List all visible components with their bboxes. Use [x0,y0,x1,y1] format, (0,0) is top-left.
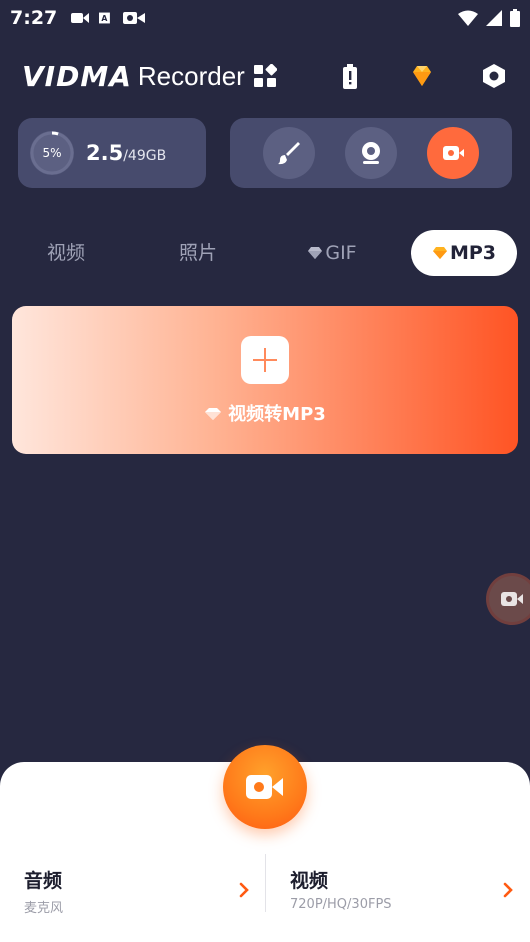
audio-subtitle: 麦克风 [24,901,64,916]
tab-gif-label: GIF [325,242,357,264]
battery-icon [510,9,520,27]
settings-hex-icon[interactable] [480,62,508,90]
brush-icon [278,142,300,165]
brand-name: VIDMA [22,59,132,93]
status-bar: 7:27 A [0,0,530,36]
video-camera-icon [246,775,283,799]
floating-record-bubble[interactable] [489,576,530,622]
gem-icon [308,247,323,259]
video-option[interactable]: 视频 720P/HQ/30FPS [290,866,392,912]
tab-mp3[interactable]: MP3 [411,230,517,276]
brush-tool-button[interactable] [263,127,315,179]
record-button[interactable] [223,745,307,829]
gem-icon [205,408,222,420]
storage-total: /49GB [123,148,167,164]
storage-card[interactable]: 5% 2.5 /49GB [18,118,206,188]
svg-text:A: A [102,14,108,23]
video-to-mp3-card[interactable]: 视频转MP3 [12,306,518,454]
gem-icon [432,247,447,259]
tab-mp3-label: MP3 [449,242,497,264]
status-time: 7:27 [10,7,58,29]
record-tool-button[interactable] [427,127,479,179]
convert-label-text: 视频转MP3 [228,404,326,425]
record-icon [443,146,464,160]
tab-video[interactable]: 视频 [22,230,110,276]
signal-icon [486,10,502,26]
diamond-icon[interactable] [408,62,436,90]
brand-suffix: Recorder [137,60,245,91]
media-tabs: 视频 照片 GIF MP3 [0,230,530,278]
audio-title: 音频 [24,870,63,892]
webcam-icon [362,142,380,164]
tools-card [230,118,512,188]
video-subtitle: 720P/HQ/30FPS [290,897,392,912]
plus-icon [253,348,277,372]
sheet-divider [265,854,266,912]
record-icon [501,592,523,606]
status-icons-left: A [71,11,146,25]
text-a-icon: A [99,12,111,24]
header-actions [336,62,512,90]
camera-icon [123,12,146,24]
tab-video-label: 视频 [46,242,85,264]
status-icons-right [458,9,520,27]
storage-percent: 5% [42,146,62,160]
tab-photo-label: 照片 [178,242,217,264]
add-video-button[interactable] [241,336,289,384]
battery-alert-icon[interactable] [336,62,364,90]
storage-text: 2.5 /49GB [86,141,166,165]
tab-gif[interactable]: GIF [286,230,378,276]
chevron-right-icon[interactable] [238,882,250,898]
chevron-right-icon[interactable] [502,882,514,898]
storage-used: 2.5 [86,141,124,165]
storage-usage-ring: 5% [28,129,76,177]
app-header: VIDMA Recorder [22,58,512,94]
audio-option[interactable]: 音频 麦克风 [24,866,63,916]
brand-logo: VIDMA Recorder [22,60,277,93]
video-title: 视频 [290,870,329,892]
apps-grid-icon[interactable] [253,64,277,88]
webcam-tool-button[interactable] [345,127,397,179]
tab-photo[interactable]: 照片 [154,230,242,276]
video-icon [71,13,90,23]
convert-label: 视频转MP3 [12,400,518,426]
wifi-icon [458,10,478,26]
